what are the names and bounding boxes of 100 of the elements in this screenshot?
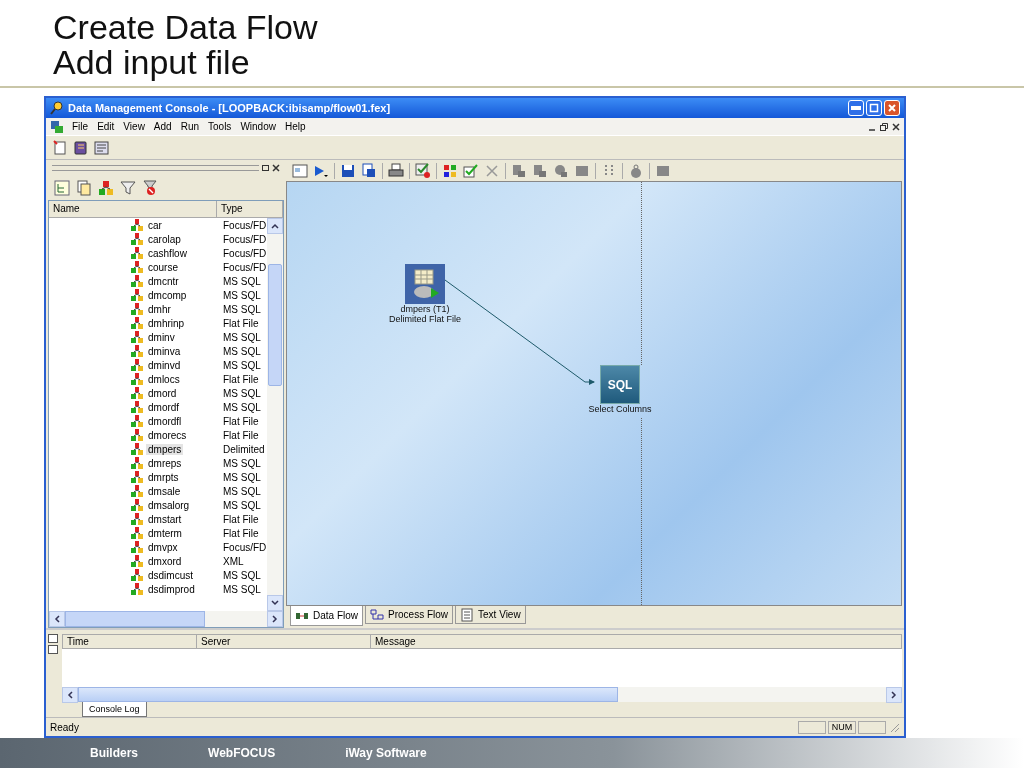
table-type: Focus/FD [222, 233, 267, 245]
documents-icon[interactable] [361, 162, 377, 179]
column-header[interactable]: Message [371, 635, 901, 649]
menu-item[interactable]: View [122, 121, 146, 133]
table-name[interactable]: dsdimcust [146, 569, 195, 581]
table-name[interactable]: dmsale [146, 485, 183, 497]
colored-blocks-icon [131, 541, 143, 554]
colored-blocks-icon [131, 345, 143, 358]
colored-blocks-icon [131, 401, 143, 414]
printer-icon[interactable] [388, 162, 404, 179]
table-name[interactable]: cashflow [146, 247, 189, 259]
documents-icon[interactable] [76, 179, 92, 196]
menu-item[interactable]: Add [152, 121, 173, 133]
scroll-up-button[interactable] [267, 218, 283, 235]
table-type: MS SQL [222, 303, 261, 315]
colored-blocks-icon [131, 583, 143, 596]
table-name[interactable]: dminv [146, 331, 177, 343]
colored-blocks-icon [131, 387, 143, 400]
colored-blocks-icon [131, 457, 143, 470]
menu-item[interactable]: Edit [96, 121, 116, 133]
status-pane [798, 720, 826, 734]
check-icon[interactable] [415, 162, 431, 179]
minimize-button[interactable] [848, 99, 864, 116]
table-name[interactable]: dmord [146, 387, 179, 399]
table-name[interactable]: dmhrinp [146, 317, 187, 329]
table-name[interactable]: dmrpts [146, 471, 181, 483]
restore-icon[interactable] [880, 122, 888, 131]
console-tab[interactable]: Console Log [82, 702, 147, 718]
table-name[interactable]: dmxord [146, 555, 184, 567]
scroll-right-button[interactable] [267, 611, 283, 628]
menu-item[interactable]: Run [179, 121, 200, 133]
table-name[interactable]: dmhr [146, 303, 173, 315]
scroll-thumb[interactable] [65, 611, 205, 628]
weight-icon[interactable] [628, 162, 644, 179]
table-name[interactable]: dmordf [146, 401, 182, 413]
scroll-left-button[interactable] [49, 611, 65, 628]
tree-icon[interactable] [54, 179, 70, 196]
table-type: MS SQL [222, 331, 261, 343]
circle-icon[interactable] [553, 162, 569, 179]
scroll-down-button[interactable] [267, 595, 283, 612]
table-name[interactable]: dmsalorg [146, 499, 192, 511]
document-icon[interactable] [52, 139, 68, 156]
book-icon[interactable] [73, 139, 89, 156]
view-tab[interactable]: Process Flow [365, 606, 454, 625]
menu-item[interactable]: Tools [207, 121, 233, 133]
shapes-icon[interactable] [511, 162, 527, 179]
table-name[interactable]: dminvd [146, 359, 183, 371]
colored-blocks-icon [131, 219, 143, 232]
table-name[interactable]: dmcntr [146, 275, 181, 287]
scroll-right-button[interactable] [886, 687, 902, 704]
restore-icon[interactable] [261, 163, 270, 172]
scroll-thumb[interactable] [78, 687, 618, 703]
table-type: Delimited [222, 443, 265, 455]
menu-item[interactable]: File [71, 121, 90, 133]
table-name[interactable]: course [146, 261, 180, 273]
slide-title: Create Data Flow [53, 10, 318, 45]
filter-off-icon[interactable] [142, 179, 158, 196]
maximize-button[interactable] [866, 99, 882, 116]
table-name[interactable]: dmcomp [146, 289, 189, 301]
view-tab[interactable]: Text View [455, 606, 526, 625]
table-name[interactable]: dmpers [146, 443, 184, 455]
colored-blocks-icon [131, 331, 143, 344]
color-grid-icon[interactable] [442, 162, 458, 179]
table-type: Flat File [222, 373, 259, 385]
column-header[interactable]: Time [63, 635, 197, 649]
view-tab[interactable]: Data Flow [290, 606, 363, 627]
cross-icon[interactable] [484, 162, 500, 179]
checkmark-icon[interactable] [463, 162, 479, 179]
close-icon[interactable] [892, 122, 900, 131]
caret-icon [67, 691, 73, 700]
frame-icon[interactable] [292, 162, 308, 179]
close-icon[interactable] [272, 163, 280, 172]
table-name[interactable]: dmreps [146, 457, 184, 469]
table-type: MS SQL [222, 401, 261, 413]
table-name[interactable]: dsdimprod [146, 583, 197, 595]
menu-item[interactable]: Help [283, 121, 307, 133]
table-name[interactable]: dmlocs [146, 373, 182, 385]
table-name[interactable]: dmvpx [146, 541, 180, 553]
text-document-icon [460, 607, 475, 622]
table-name[interactable]: dmordfl [146, 415, 184, 427]
colored-blocks-icon [131, 275, 143, 288]
scroll-left-button[interactable] [62, 687, 78, 704]
table-name[interactable]: dmorecs [146, 429, 189, 441]
table-name[interactable]: dminva [146, 345, 183, 357]
shapes-icon[interactable] [532, 162, 548, 179]
form-icon[interactable] [94, 139, 110, 156]
table-name[interactable]: dmstart [146, 513, 184, 525]
table-name[interactable]: dmterm [146, 527, 184, 539]
colored-blocks-icon[interactable] [98, 179, 114, 196]
filter-icon[interactable] [120, 179, 136, 196]
scroll-thumb[interactable] [268, 264, 282, 387]
column-header[interactable]: Name [49, 201, 217, 218]
table-type: Flat File [222, 513, 259, 525]
table-name[interactable]: car [146, 219, 164, 231]
menu-item[interactable]: Window [239, 121, 277, 133]
column-header[interactable]: Type [217, 201, 283, 218]
column-header[interactable]: Server [197, 635, 371, 649]
colored-blocks-icon [131, 527, 143, 540]
table-name[interactable]: carolap [146, 233, 183, 245]
caret-icon [54, 615, 60, 624]
